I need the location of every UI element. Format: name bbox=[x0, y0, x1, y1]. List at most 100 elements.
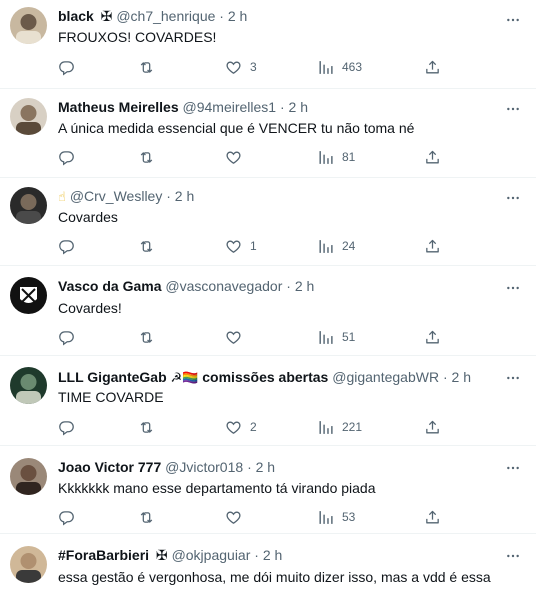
tweet-card[interactable]: Vasco da Gama @vasconavegador · 2 h Cova… bbox=[0, 266, 536, 356]
views-button[interactable]: 221 bbox=[317, 417, 362, 437]
share-button[interactable] bbox=[424, 417, 441, 437]
reply-button[interactable] bbox=[58, 327, 75, 347]
more-icon[interactable] bbox=[505, 280, 521, 296]
retweet-icon bbox=[138, 149, 155, 166]
tweet-header: Joao Victor 777 @Jvictor018 · 2 h bbox=[58, 459, 496, 476]
share-icon bbox=[424, 419, 441, 436]
more-icon[interactable] bbox=[505, 460, 521, 476]
like-button[interactable]: 3 bbox=[225, 57, 257, 77]
views-button[interactable]: 24 bbox=[317, 236, 355, 256]
timestamp[interactable]: 2 h bbox=[452, 369, 471, 385]
like-button[interactable] bbox=[225, 147, 242, 167]
like-icon bbox=[225, 59, 242, 76]
timestamp[interactable]: 2 h bbox=[256, 459, 275, 475]
tweet-card[interactable]: LLL GiganteGab ☭🏳️‍🌈 comissões abertas @… bbox=[0, 356, 536, 446]
user-handle[interactable]: @Jvictor018 bbox=[165, 459, 243, 475]
retweet-button[interactable] bbox=[138, 417, 155, 437]
user-handle[interactable]: @gigantegabWR bbox=[332, 369, 439, 385]
avatar[interactable] bbox=[10, 546, 47, 583]
more-icon[interactable] bbox=[505, 370, 521, 386]
like-button[interactable] bbox=[225, 327, 242, 347]
timestamp[interactable]: 2 h bbox=[175, 188, 194, 204]
share-button[interactable] bbox=[424, 57, 441, 77]
view-count: 24 bbox=[342, 238, 356, 253]
reply-button[interactable] bbox=[58, 147, 75, 167]
user-handle[interactable]: @vasconavegador bbox=[165, 278, 282, 294]
tweet-card[interactable]: #ForaBarbieri ✠ @okjpaguiar · 2 h essa g… bbox=[0, 534, 536, 597]
more-icon[interactable] bbox=[505, 101, 521, 117]
user-handle[interactable]: @Crv_Weslley bbox=[70, 188, 163, 204]
more-icon[interactable] bbox=[505, 12, 521, 28]
retweet-icon bbox=[138, 238, 155, 255]
share-icon bbox=[424, 149, 441, 166]
tweet-header: black ✠ @ch7_henrique · 2 h bbox=[58, 8, 496, 25]
display-name[interactable]: Matheus Meirelles bbox=[58, 99, 179, 115]
avatar[interactable] bbox=[10, 187, 47, 224]
views-button[interactable]: 81 bbox=[317, 147, 355, 167]
more-icon[interactable] bbox=[505, 190, 521, 206]
display-name[interactable]: black bbox=[58, 8, 94, 24]
tweet-text: TIME COVARDE bbox=[58, 389, 164, 405]
display-name-extra[interactable]: comissões abertas bbox=[202, 369, 328, 385]
tweet-header: #ForaBarbieri ✠ @okjpaguiar · 2 h bbox=[58, 547, 496, 564]
timestamp[interactable]: 2 h bbox=[295, 278, 314, 294]
retweet-button[interactable] bbox=[138, 507, 155, 527]
like-count: 1 bbox=[250, 238, 257, 253]
share-button[interactable] bbox=[424, 147, 441, 167]
like-count: 3 bbox=[250, 59, 257, 74]
avatar[interactable] bbox=[10, 7, 47, 44]
views-icon bbox=[317, 238, 334, 255]
retweet-button[interactable] bbox=[138, 57, 155, 77]
like-icon bbox=[225, 509, 242, 526]
like-button[interactable]: 1 bbox=[225, 236, 257, 256]
timestamp[interactable]: 2 h bbox=[289, 99, 308, 115]
user-handle[interactable]: @94meirelles1 bbox=[183, 99, 277, 115]
user-handle[interactable]: @ch7_henrique bbox=[116, 8, 215, 24]
tweet-text: essa gestão é vergonhosa, me dói muito d… bbox=[58, 569, 491, 585]
avatar[interactable] bbox=[10, 458, 47, 495]
avatar[interactable] bbox=[10, 98, 47, 135]
retweet-icon bbox=[138, 329, 155, 346]
reply-icon bbox=[58, 509, 75, 526]
more-icon[interactable] bbox=[505, 548, 521, 564]
tweet-card[interactable]: Joao Victor 777 @Jvictor018 · 2 h Kkkkkk… bbox=[0, 446, 536, 534]
display-name[interactable]: #ForaBarbieri bbox=[58, 547, 149, 563]
retweet-button[interactable] bbox=[138, 327, 155, 347]
user-handle[interactable]: @okjpaguiar bbox=[172, 547, 251, 563]
retweet-button[interactable] bbox=[138, 236, 155, 256]
display-name[interactable]: Joao Victor 777 bbox=[58, 459, 161, 475]
timestamp[interactable]: 2 h bbox=[263, 547, 282, 563]
view-count: 53 bbox=[342, 509, 356, 524]
tweet-text: Covardes bbox=[58, 209, 118, 225]
display-name[interactable]: LLL GiganteGab bbox=[58, 369, 167, 385]
reply-button[interactable] bbox=[58, 507, 75, 527]
like-button[interactable] bbox=[225, 507, 242, 527]
reply-icon bbox=[58, 59, 75, 76]
share-icon bbox=[424, 509, 441, 526]
timestamp[interactable]: 2 h bbox=[228, 8, 247, 24]
reply-button[interactable] bbox=[58, 417, 75, 437]
views-button[interactable]: 51 bbox=[317, 327, 355, 347]
reply-button[interactable] bbox=[58, 236, 75, 256]
share-button[interactable] bbox=[424, 236, 441, 256]
avatar[interactable] bbox=[10, 367, 47, 404]
views-icon bbox=[317, 149, 334, 166]
reply-icon bbox=[58, 149, 75, 166]
tweet-card[interactable]: Matheus Meirelles @94meirelles1 · 2 h A … bbox=[0, 89, 536, 178]
reply-icon bbox=[58, 419, 75, 436]
display-name[interactable]: Vasco da Gama bbox=[58, 278, 162, 294]
views-button[interactable]: 463 bbox=[317, 57, 362, 77]
tweet-text: FROUXOS! COVARDES! bbox=[58, 29, 217, 45]
reply-button[interactable] bbox=[58, 57, 75, 77]
like-button[interactable]: 2 bbox=[225, 417, 257, 437]
share-button[interactable] bbox=[424, 327, 441, 347]
tweet-card[interactable]: ☝ @Crv_Weslley · 2 h Covardes 1 24 bbox=[0, 178, 536, 266]
view-count: 221 bbox=[342, 419, 363, 434]
tweet-card[interactable]: black ✠ @ch7_henrique · 2 h FROUXOS! COV… bbox=[0, 0, 536, 89]
retweet-button[interactable] bbox=[138, 147, 155, 167]
views-button[interactable]: 53 bbox=[317, 507, 355, 527]
share-button[interactable] bbox=[424, 507, 441, 527]
like-icon bbox=[225, 329, 242, 346]
views-icon bbox=[317, 329, 334, 346]
avatar[interactable] bbox=[10, 277, 47, 314]
